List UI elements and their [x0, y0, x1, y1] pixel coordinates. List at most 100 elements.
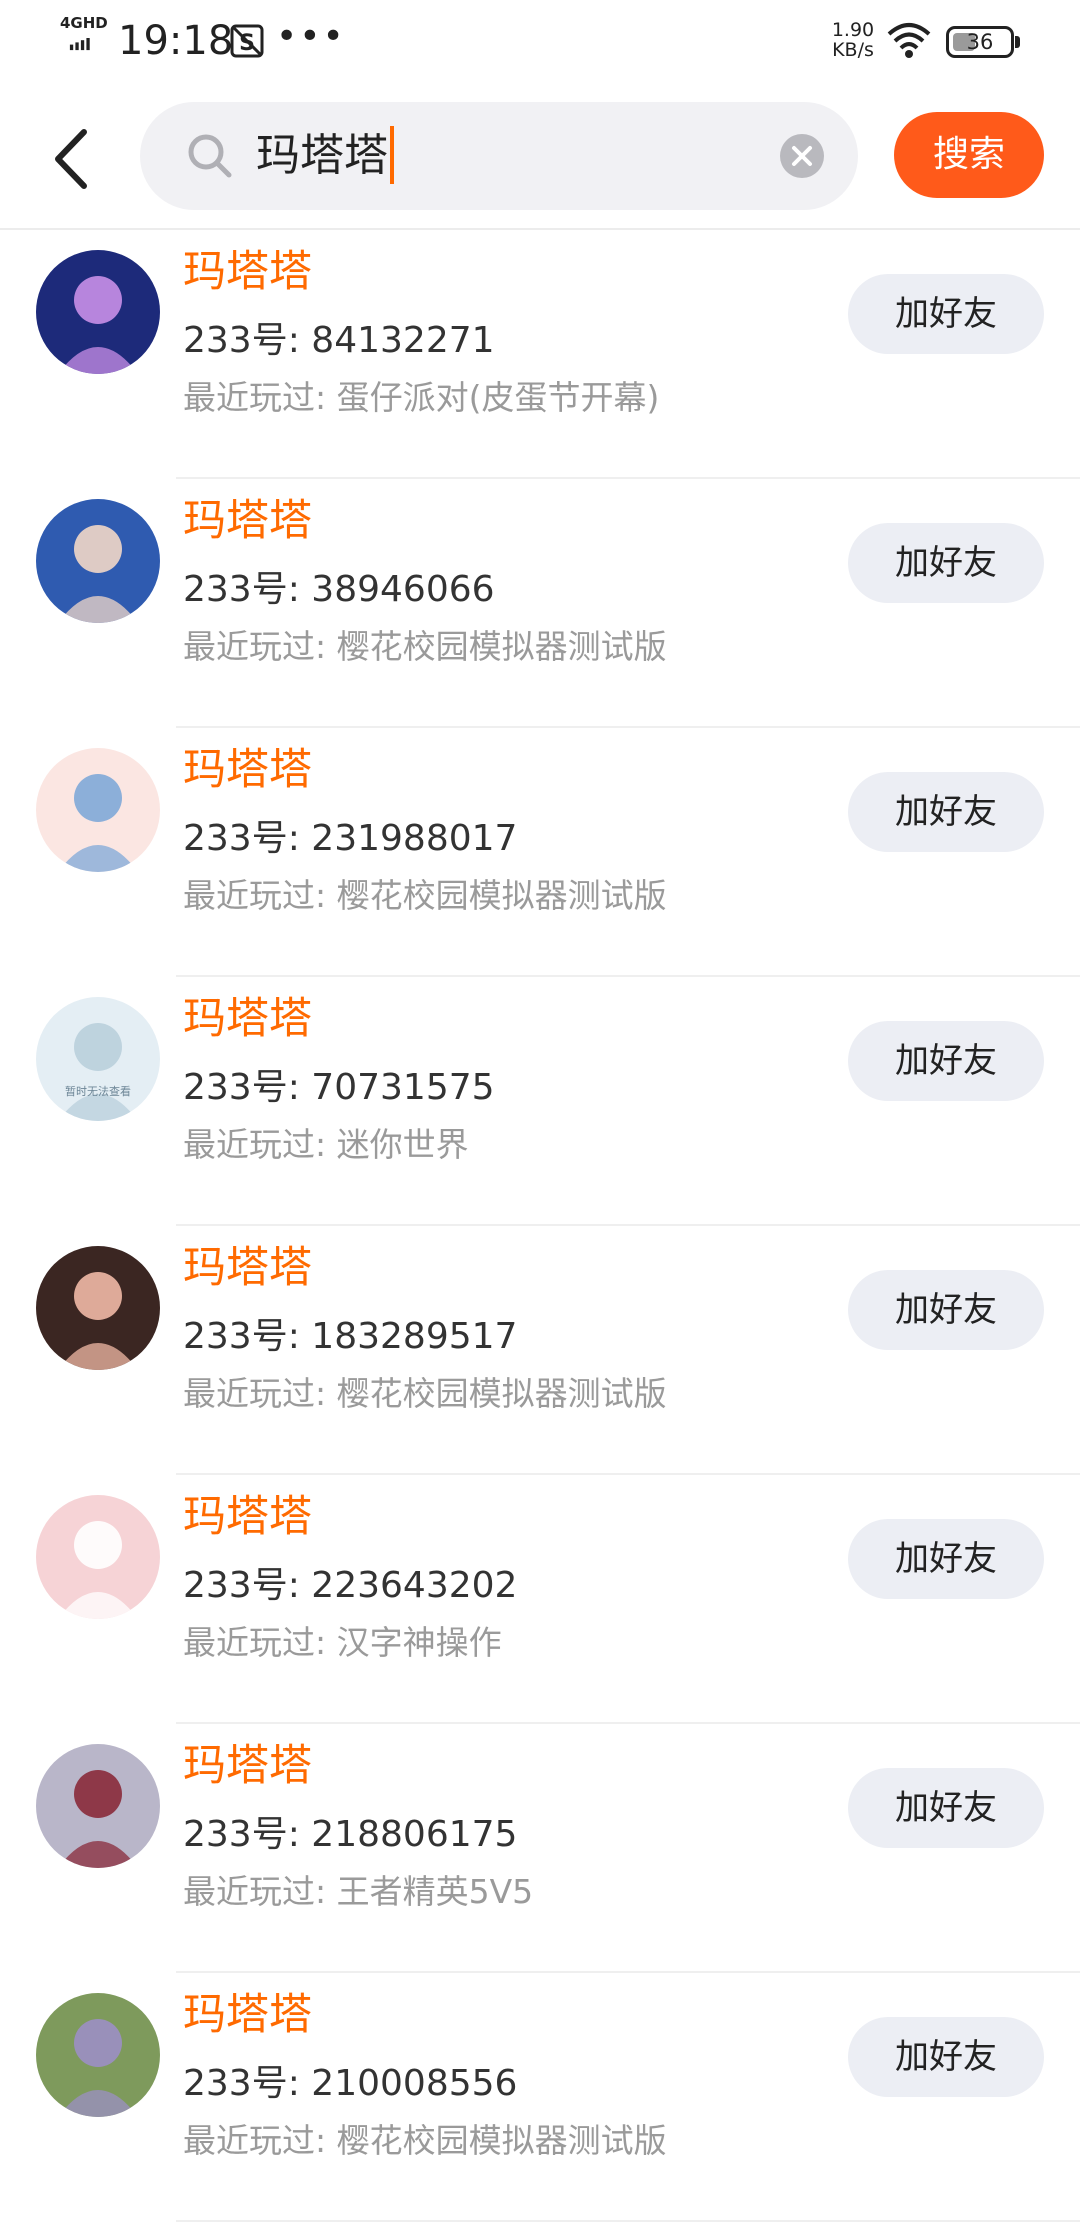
recently-played-game: 迷你世界 — [336, 1125, 469, 1164]
user-id-line: 233号: 223643202 — [183, 1563, 517, 1609]
add-friend-button[interactable]: 加好友 — [848, 1270, 1044, 1350]
user-id-line: 233号: 210008556 — [183, 2061, 517, 2107]
recently-played-line: 最近玩过: 樱花校园模拟器测试版 — [183, 1372, 667, 1416]
user-id: 70731575 — [311, 1067, 495, 1108]
user-id: 183289517 — [311, 1316, 518, 1357]
network-speed-value: 1.90 — [831, 19, 875, 41]
recently-played-game: 樱花校园模拟器测试版 — [336, 2121, 667, 2160]
network-speed-unit: KB/s — [832, 39, 874, 61]
user-id: 84132271 — [311, 320, 495, 361]
user-id-line: 233号: 231988017 — [183, 816, 517, 862]
avatar-image — [36, 1495, 160, 1619]
add-friend-button[interactable]: 加好友 — [848, 1519, 1044, 1599]
recently-played-label: 最近玩过: — [183, 378, 337, 417]
wifi-icon — [887, 23, 931, 58]
avatar[interactable] — [36, 1246, 160, 1370]
user-id-label: 233号: — [183, 1565, 312, 1606]
network-type: 4GHD — [60, 14, 108, 32]
user-result-item[interactable]: 玛塔塔 233号: 183289517 最近玩过: 樱花校园模拟器测试版 加好友 — [0, 1226, 1080, 1475]
avatar[interactable] — [36, 1495, 160, 1619]
text-cursor — [390, 126, 394, 184]
search-button[interactable]: 搜索 — [894, 112, 1044, 198]
recently-played-line: 最近玩过: 蛋仔派对(皮蛋节开幕) — [183, 376, 659, 420]
recently-played-label: 最近玩过: — [183, 876, 337, 915]
user-id: 223643202 — [311, 1565, 518, 1606]
recently-played-label: 最近玩过: — [183, 1623, 337, 1662]
user-id-line: 233号: 218806175 — [183, 1812, 517, 1858]
user-result-item[interactable]: 玛塔塔 233号: 210008556 最近玩过: 樱花校园模拟器测试版 加好友 — [0, 1973, 1080, 2222]
recently-played-label: 最近玩过: — [183, 1872, 337, 1911]
recently-played-line: 最近玩过: 樱花校园模拟器测试版 — [183, 874, 667, 918]
user-nickname: 玛塔塔 — [183, 1243, 312, 1293]
avatar-image — [36, 1246, 160, 1370]
user-result-item[interactable]: 玛塔塔 233号: 231988017 最近玩过: 樱花校园模拟器测试版 加好友 — [0, 728, 1080, 977]
recently-played-label: 最近玩过: — [183, 627, 337, 666]
add-friend-button[interactable]: 加好友 — [848, 523, 1044, 603]
avatar-image: 暂时无法查看 — [36, 997, 160, 1121]
user-id: 231988017 — [311, 818, 518, 859]
user-id-label: 233号: — [183, 818, 312, 859]
recently-played-label: 最近玩过: — [183, 1374, 337, 1413]
network-speed: 1.90 KB/s — [822, 20, 884, 60]
avatar[interactable] — [36, 1993, 160, 2117]
user-id-label: 233号: — [183, 1067, 312, 1108]
recently-played-game: 王者精英5V5 — [336, 1872, 534, 1911]
avatar-image — [36, 1744, 160, 1868]
avatar-caption: 暂时无法查看 — [65, 1084, 131, 1098]
avatar-image — [36, 499, 160, 623]
recently-played-line: 最近玩过: 汉字神操作 — [183, 1621, 502, 1665]
user-nickname: 玛塔塔 — [183, 745, 312, 795]
avatar[interactable]: 暂时无法查看 — [36, 997, 160, 1121]
user-result-list: 玛塔塔 233号: 84132271 最近玩过: 蛋仔派对(皮蛋节开幕) 加好友… — [0, 230, 1080, 2222]
user-nickname: 玛塔塔 — [183, 496, 312, 546]
user-result-item[interactable]: 玛塔塔 233号: 38946066 最近玩过: 樱花校园模拟器测试版 加好友 — [0, 479, 1080, 728]
avatar[interactable] — [36, 748, 160, 872]
recently-played-game: 樱花校园模拟器测试版 — [336, 627, 667, 666]
user-result-item[interactable]: 玛塔塔 233号: 84132271 最近玩过: 蛋仔派对(皮蛋节开幕) 加好友 — [0, 230, 1080, 479]
user-id-label: 233号: — [183, 1316, 312, 1357]
user-nickname: 玛塔塔 — [183, 994, 312, 1044]
user-id: 218806175 — [311, 1814, 518, 1855]
user-id-label: 233号: — [183, 320, 312, 361]
user-id-label: 233号: — [183, 1814, 312, 1855]
avatar-image — [36, 748, 160, 872]
user-result-item[interactable]: 暂时无法查看 玛塔塔 233号: 70731575 最近玩过: 迷你世界 加好友 — [0, 977, 1080, 1226]
user-nickname: 玛塔塔 — [183, 247, 312, 297]
search-input[interactable]: 玛塔塔 — [140, 102, 858, 210]
recently-played-line: 最近玩过: 樱花校园模拟器测试版 — [183, 2119, 667, 2163]
add-friend-button[interactable]: 加好友 — [848, 274, 1044, 354]
user-nickname: 玛塔塔 — [183, 1492, 312, 1542]
avatar[interactable] — [36, 250, 160, 374]
more-notifications-icon: ••• — [276, 16, 346, 57]
add-friend-button[interactable]: 加好友 — [848, 1021, 1044, 1101]
recently-played-line: 最近玩过: 迷你世界 — [183, 1123, 469, 1167]
user-result-item[interactable]: 玛塔塔 233号: 223643202 最近玩过: 汉字神操作 加好友 — [0, 1475, 1080, 1724]
search-icon — [188, 134, 232, 178]
user-id-line: 233号: 38946066 — [183, 567, 495, 613]
search-query: 玛塔塔 — [256, 130, 388, 181]
recently-played-game: 樱花校园模拟器测试版 — [336, 876, 667, 915]
recently-played-game: 樱花校园模拟器测试版 — [336, 1374, 667, 1413]
avatar-image — [36, 1993, 160, 2117]
avatar[interactable] — [36, 499, 160, 623]
search-query-text[interactable]: 玛塔塔 — [256, 126, 394, 184]
battery-level: 36 — [966, 30, 994, 54]
signal-icon — [69, 38, 90, 51]
user-nickname: 玛塔塔 — [183, 1741, 312, 1791]
back-arrow-icon[interactable] — [44, 126, 104, 192]
search-header: 玛塔塔 搜索 — [0, 90, 1080, 230]
user-id-label: 233号: — [183, 2063, 312, 2104]
clear-icon[interactable] — [780, 134, 824, 178]
add-friend-button[interactable]: 加好友 — [848, 2017, 1044, 2097]
avatar-image — [36, 250, 160, 374]
recently-played-game: 汉字神操作 — [336, 1623, 502, 1662]
user-id-line: 233号: 84132271 — [183, 318, 495, 364]
screenshot-notification-icon: S — [230, 24, 264, 58]
avatar[interactable] — [36, 1744, 160, 1868]
add-friend-button[interactable]: 加好友 — [848, 772, 1044, 852]
add-friend-button[interactable]: 加好友 — [848, 1768, 1044, 1848]
user-id-line: 233号: 183289517 — [183, 1314, 517, 1360]
user-result-item[interactable]: 玛塔塔 233号: 218806175 最近玩过: 王者精英5V5 加好友 — [0, 1724, 1080, 1973]
user-nickname: 玛塔塔 — [183, 1990, 312, 2040]
user-id: 38946066 — [311, 569, 495, 610]
